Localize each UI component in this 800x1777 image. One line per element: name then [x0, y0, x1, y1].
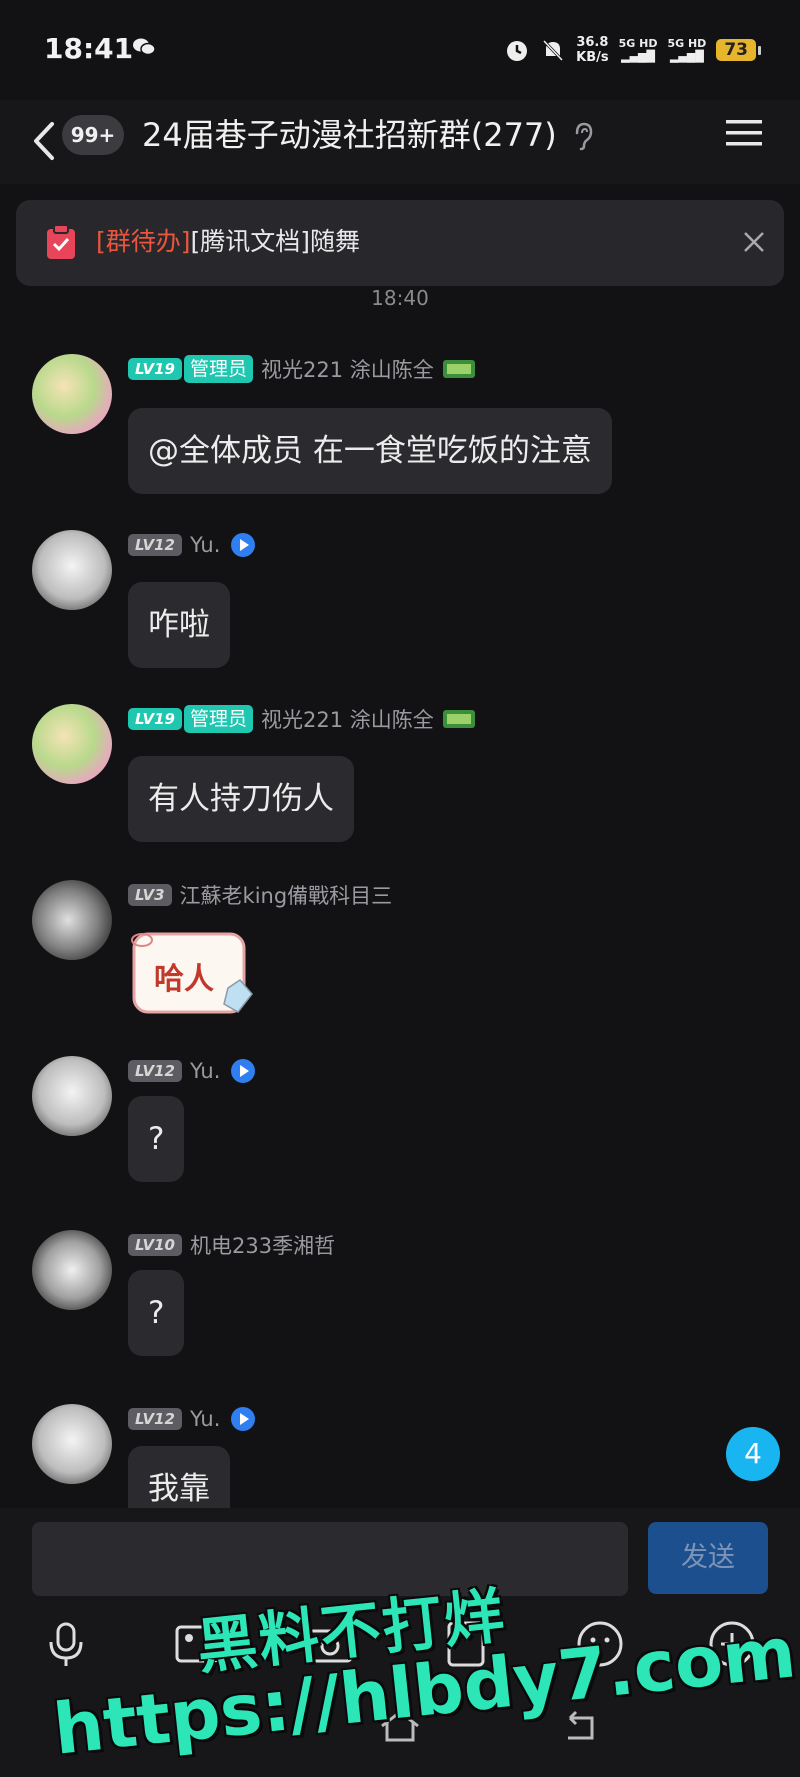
message-bubble[interactable]: ?: [128, 1270, 185, 1356]
sender-name[interactable]: 机电233季湘哲: [190, 1230, 335, 1260]
clipboard-icon: [47, 224, 75, 259]
message-item: LV12 Yu. ?: [0, 1054, 800, 1204]
avatar[interactable]: [32, 704, 112, 784]
signal-bars-icon: ▂▄▆█: [669, 50, 704, 63]
sender-name[interactable]: Yu.: [190, 1407, 220, 1431]
sender-name[interactable]: 视光221 涂山陈全: [261, 354, 434, 384]
message-bubble[interactable]: ?: [128, 1096, 185, 1182]
status-time: 18:41: [44, 32, 134, 65]
message-item: LV10 机电233季湘哲 ?: [0, 1228, 800, 1378]
level-badge: LV19: [128, 358, 182, 380]
message-bubble[interactable]: @全体成员 在一食堂吃饭的注意: [128, 408, 612, 494]
avatar[interactable]: [32, 1230, 112, 1310]
message-bubble[interactable]: 有人持刀伤人: [128, 756, 354, 842]
level-badge: LV12: [128, 534, 182, 556]
level-badge: LV12: [128, 1408, 182, 1430]
message-item: LV12 Yu. 咋啦: [0, 528, 800, 678]
avatar[interactable]: [32, 1404, 112, 1484]
message-timestamp: 18:40: [371, 286, 429, 310]
avatar[interactable]: [32, 1056, 112, 1136]
level-badge: LV19: [128, 708, 182, 730]
medal-icon: [442, 710, 475, 728]
message-meta: LV10 机电233季湘哲: [128, 1228, 335, 1262]
message-meta: LV12 Yu.: [128, 1054, 258, 1088]
sender-name[interactable]: Yu.: [190, 1059, 220, 1083]
alarm-icon: [507, 41, 528, 61]
battery-indicator: 73: [716, 39, 761, 61]
message-meta: LV12 Yu.: [128, 528, 258, 562]
level-badge: LV3: [128, 884, 172, 906]
network-speed: 36.8 KB/s: [576, 35, 608, 65]
speed-value: 36.8: [576, 35, 609, 50]
level-badge: LV10: [128, 1234, 182, 1256]
todo-text: [群待办][腾讯文档]随舞: [96, 222, 360, 262]
sticker-text: 哈人: [154, 962, 214, 997]
avatar[interactable]: [32, 880, 112, 960]
new-messages-badge[interactable]: 4: [726, 1427, 780, 1481]
send-button[interactable]: 发送: [648, 1522, 768, 1594]
sim1-signal: 5G HD ▂▄▆█: [619, 37, 658, 63]
sim1-label: 5G HD: [618, 37, 658, 50]
message-meta: LV12 Yu.: [128, 1402, 258, 1436]
sim2-signal: 5G HD ▂▄▆█: [667, 37, 706, 63]
sticker-message[interactable]: 哈人: [128, 928, 258, 1018]
message-meta: LV19 管理员 视光221 涂山陈全: [128, 702, 476, 736]
sender-name[interactable]: Yu.: [190, 533, 220, 557]
message-item: LV19 管理员 视光221 涂山陈全 有人持刀伤人: [0, 702, 800, 852]
vip-play-icon: [231, 533, 256, 557]
avatar[interactable]: [32, 354, 112, 434]
level-badge: LV12: [128, 1060, 182, 1082]
message-bubble[interactable]: 咋啦: [128, 582, 230, 668]
todo-content: [腾讯文档]随舞: [190, 227, 361, 256]
vip-play-icon: [231, 1059, 256, 1083]
ear-icon[interactable]: [572, 121, 594, 151]
close-icon[interactable]: [742, 230, 766, 254]
avatar[interactable]: [32, 530, 112, 610]
admin-badge: 管理员: [183, 705, 253, 733]
speed-unit: KB/s: [576, 50, 609, 65]
menu-icon[interactable]: [726, 118, 762, 148]
wechat-icon: [133, 38, 156, 56]
message-meta: LV19 管理员 视光221 涂山陈全: [128, 352, 476, 386]
back-arrow-icon[interactable]: [28, 116, 62, 166]
unread-count-badge[interactable]: 99+: [62, 115, 124, 155]
message-bubble[interactable]: 我靠: [128, 1446, 230, 1508]
sim2-label: 5G HD: [667, 37, 707, 50]
sender-name[interactable]: 视光221 涂山陈全: [261, 704, 434, 734]
microphone-icon[interactable]: [40, 1618, 92, 1670]
admin-badge: 管理员: [183, 355, 253, 383]
chat-title[interactable]: 24届巷子动漫社招新群(277): [142, 115, 557, 155]
group-todo-bar[interactable]: [群待办][腾讯文档]随舞: [16, 200, 784, 286]
message-meta: LV3 江蘇老king備戰科目三: [128, 878, 392, 912]
status-bar: 18:41 36.8 KB/s 5G HD ▂▄▆█ 5G HD ▂▄▆█ 73: [0, 0, 800, 100]
message-item: LV12 Yu. 我靠: [0, 1402, 800, 1508]
vip-play-icon: [231, 1407, 256, 1431]
todo-tag: [群待办]: [96, 227, 191, 256]
medal-icon: [442, 360, 475, 378]
message-item: LV19 管理员 视光221 涂山陈全 @全体成员 在一食堂吃饭的注意: [0, 352, 800, 502]
message-item: LV3 江蘇老king備戰科目三 哈人: [0, 878, 800, 1028]
status-indicators: 36.8 KB/s 5G HD ▂▄▆█ 5G HD ▂▄▆█ 73: [504, 30, 761, 70]
mute-bell-icon: [543, 39, 564, 62]
signal-bars-icon: ▂▄▆█: [621, 50, 655, 63]
sender-name[interactable]: 江蘇老king備戰科目三: [180, 880, 393, 910]
